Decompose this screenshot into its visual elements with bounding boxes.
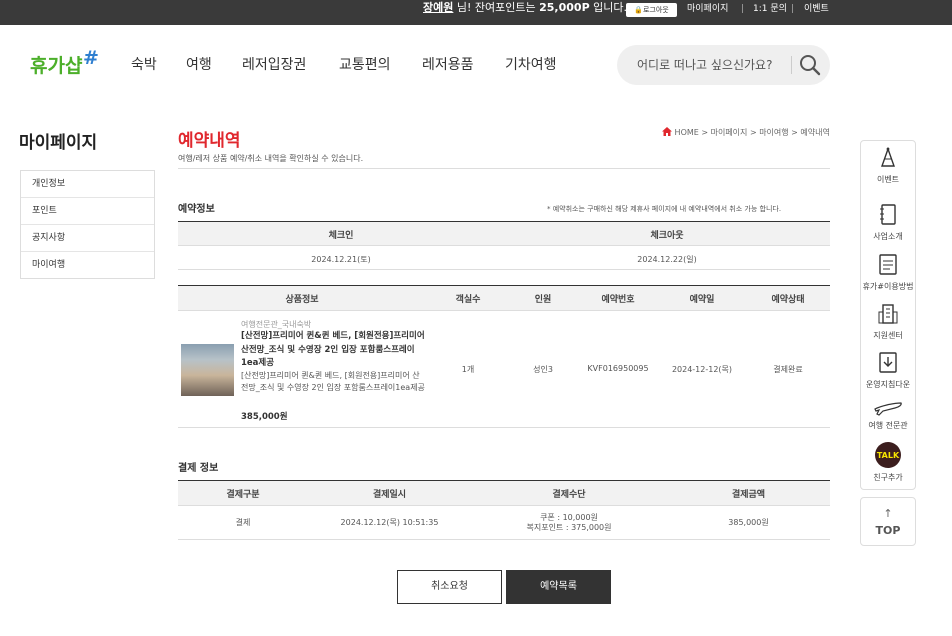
col-payment-datetime: 결제일시 bbox=[372, 490, 407, 500]
quick-menu: 이벤트 사업소개 휴가#이용방법 지원센터 운영지침다운 여행 전문관 TALK… bbox=[860, 140, 916, 490]
payment-section-title: 결제 정보 bbox=[178, 463, 219, 474]
document-icon bbox=[878, 254, 898, 276]
scroll-top-button[interactable]: ↑ TOP bbox=[860, 497, 916, 546]
nav-transport[interactable]: 교통편의 bbox=[339, 54, 391, 74]
inquiry-link[interactable]: 1:1 문의 bbox=[753, 4, 787, 15]
people-count: 성인3 bbox=[533, 365, 553, 374]
col-reserved-date: 예약일 bbox=[689, 295, 715, 305]
product-image[interactable] bbox=[181, 344, 234, 396]
lock-icon: 🔒 bbox=[634, 6, 643, 14]
logout-button[interactable]: 🔒로그아웃 bbox=[626, 3, 677, 17]
col-payment-type: 결제구분 bbox=[226, 490, 260, 500]
breadcrumb: HOME > 마이페이지 > 마이여행 > 예약내역 bbox=[662, 127, 830, 138]
sidebar-item-personal-info[interactable]: 개인정보 bbox=[21, 171, 154, 198]
user-name: 장예원 bbox=[423, 1, 454, 14]
sidebar-menu: 개인정보 포인트 공지사항 마이여행 bbox=[20, 170, 155, 279]
col-people: 인원 bbox=[534, 295, 552, 305]
nav-leisure-goods[interactable]: 레저용품 bbox=[422, 54, 474, 74]
col-reservation-no: 예약번호 bbox=[601, 295, 635, 305]
search-input[interactable] bbox=[637, 54, 787, 76]
sidebar-title: 마이페이지 bbox=[19, 133, 98, 153]
page-description: 여행/레저 상품 예약/취소 내역을 확인하실 수 있습니다. bbox=[178, 154, 364, 163]
payment-datetime: 2024.12.12(목) 10:51:35 bbox=[340, 518, 439, 527]
building-icon bbox=[878, 303, 898, 325]
col-product-info: 상품정보 bbox=[285, 295, 319, 305]
mypage-link[interactable]: 마이페이지 bbox=[687, 4, 728, 15]
payment-type: 결제 bbox=[235, 518, 251, 527]
page-title: 예약내역 bbox=[178, 131, 241, 151]
notebook-icon bbox=[878, 204, 898, 226]
col-payment-method: 결제수단 bbox=[552, 490, 586, 500]
search-bar bbox=[617, 45, 830, 85]
room-count: 1개 bbox=[461, 365, 475, 374]
welcome-message: 장예원 님! 잔여포인트는 25,000P 입니다. bbox=[423, 1, 627, 14]
col-payment-amount: 결제금액 bbox=[731, 490, 766, 500]
cancel-request-button[interactable]: 취소요청 bbox=[397, 570, 502, 604]
nav-lodging[interactable]: 숙박 bbox=[131, 54, 157, 74]
svg-text:#: # bbox=[83, 48, 99, 69]
download-icon bbox=[878, 352, 898, 374]
event-link[interactable]: 이벤트 bbox=[804, 4, 829, 15]
col-rooms: 객실수 bbox=[455, 295, 481, 305]
sidebar-item-notice[interactable]: 공지사항 bbox=[21, 225, 154, 252]
airplane-icon bbox=[873, 398, 903, 420]
product-name[interactable]: [산전망]프리미어 퀸&퀸 베드, [회원전용]프리미어 산전망_조식 및 수영… bbox=[241, 330, 426, 371]
top-bar: 장예원 님! 잔여포인트는 25,000P 입니다. 🔒로그아웃 마이페이지 |… bbox=[0, 0, 952, 25]
reserved-date: 2024-12-12(목) bbox=[671, 365, 733, 374]
checkin-date: 2024.12.21(토) bbox=[311, 255, 371, 264]
reservation-list-button[interactable]: 예약목록 bbox=[506, 570, 611, 604]
cancel-note: * 예약취소는 구매하신 해당 제휴사 페이지에 내 예약내역에서 취소 가능 … bbox=[547, 205, 782, 213]
party-hat-icon bbox=[878, 146, 898, 169]
checkin-header: 체크인 bbox=[328, 231, 354, 241]
sidebar-item-my-travel[interactable]: 마이여행 bbox=[21, 252, 154, 279]
sidebar-item-points[interactable]: 포인트 bbox=[21, 198, 154, 225]
status-badge: 결제완료 bbox=[773, 365, 803, 374]
nav-train[interactable]: 기차여행 bbox=[505, 54, 557, 74]
col-status: 예약상태 bbox=[771, 295, 805, 305]
kakao-talk-icon: TALK bbox=[874, 442, 902, 468]
checkout-date: 2024.12.22(일) bbox=[637, 255, 697, 264]
svg-text:TALK: TALK bbox=[877, 451, 900, 460]
arrow-up-icon: ↑ bbox=[883, 507, 893, 520]
logo-text: 휴가샵 bbox=[30, 55, 83, 77]
product-price: 385,000원 bbox=[241, 412, 288, 422]
search-icon[interactable] bbox=[798, 53, 822, 77]
reservation-number: KVF016950095 bbox=[587, 364, 649, 373]
payment-amount: 385,000원 bbox=[728, 518, 769, 527]
product-category: 여행전문관_국내숙박 bbox=[241, 320, 312, 329]
checkout-header: 체크아웃 bbox=[650, 231, 684, 241]
reservation-section-title: 예약정보 bbox=[178, 204, 215, 215]
points-value: 25,000P bbox=[539, 1, 590, 14]
home-icon bbox=[662, 127, 672, 136]
product-option: [산전망]프리미어 퀸&퀸 베드, [회원전용]프리미어 산전망_조식 및 수영… bbox=[241, 371, 425, 392]
site-logo[interactable]: 휴가샵 # bbox=[30, 47, 102, 78]
payment-method-points: 복지포인트 : 375,000원 bbox=[526, 523, 612, 532]
nav-leisure-ticket[interactable]: 레저입장권 bbox=[242, 54, 306, 74]
nav-travel[interactable]: 여행 bbox=[186, 54, 212, 74]
